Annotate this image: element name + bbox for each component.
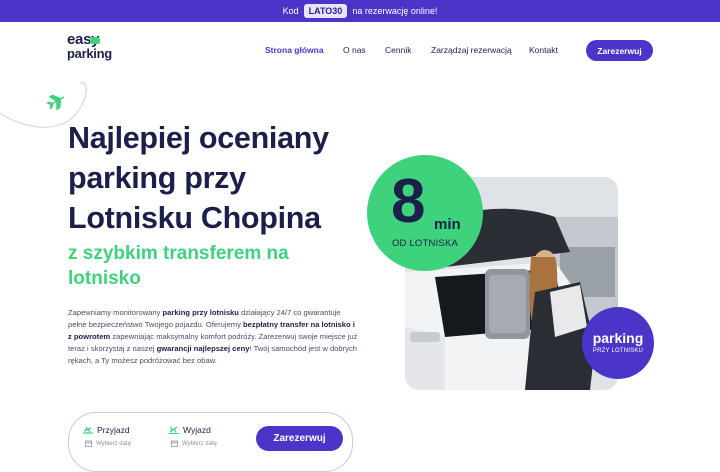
logo-line2: parking	[67, 46, 112, 61]
nav-about[interactable]: O nas	[343, 45, 366, 55]
promo-code: LATO30	[303, 4, 348, 18]
distance-badge: 8 min OD LOTNISKA	[367, 155, 483, 271]
departure-label: Wyjazd	[183, 425, 211, 435]
parking-badge-title: parking	[592, 330, 644, 346]
hero-title: Najlepiej oceniany parking przy Lotnisku…	[68, 121, 329, 235]
nav-manage-booking[interactable]: Zarządzaj rezerwacją	[431, 45, 512, 55]
booking-form: Przyjazd Wybierz datę Wyjazd Wybierz dat…	[68, 412, 353, 472]
plane-icon	[46, 94, 65, 111]
nav-pricing[interactable]: Cennik	[385, 45, 411, 55]
car-icon	[90, 37, 100, 44]
hero-description: Zapewniamy monitorowany parking przy lot…	[68, 307, 358, 367]
hero-subtitle: z szybkim transferem na lotnisko	[68, 243, 289, 289]
parking-badge-caption: PRZY LOTNISKU	[592, 348, 644, 354]
reserve-button-form[interactable]: Zarezerwuj	[256, 426, 343, 451]
distance-number: 8	[391, 167, 426, 236]
distance-unit: min	[434, 216, 461, 233]
promo-bar: Kod LATO30 na rezerwację online!	[0, 0, 720, 22]
arrival-field[interactable]: Przyjazd Wybierz datę	[83, 425, 131, 447]
arrival-label: Przyjazd	[97, 425, 130, 435]
calendar-icon	[85, 440, 92, 447]
nav-home[interactable]: Strona główna	[265, 45, 324, 55]
departure-field[interactable]: Wyjazd Wybierz datę	[169, 425, 217, 447]
distance-caption: OD LOTNISKA	[391, 238, 459, 249]
departure-date-placeholder: Wybierz datę	[182, 440, 217, 447]
desc-bold-1: parking przy lotnisku	[162, 308, 239, 317]
arrival-date-placeholder: Wybierz datę	[96, 440, 131, 447]
plane-landing-icon	[83, 426, 93, 434]
promo-suffix: na rezerwację online!	[352, 6, 438, 16]
promo-prefix: Kod	[282, 6, 299, 16]
logo[interactable]: easy parking	[67, 32, 117, 67]
desc-bold-3: gwarancji najlepszej ceny	[156, 344, 250, 353]
nav-contact[interactable]: Kontakt	[529, 45, 558, 55]
desc-text-1: Zapewniamy monitorowany	[68, 308, 163, 317]
plane-takeoff-icon	[169, 426, 179, 434]
calendar-icon	[171, 440, 178, 447]
reserve-button-header[interactable]: Zarezerwuj	[586, 40, 653, 61]
parking-badge: parking PRZY LOTNISKU	[582, 307, 654, 379]
